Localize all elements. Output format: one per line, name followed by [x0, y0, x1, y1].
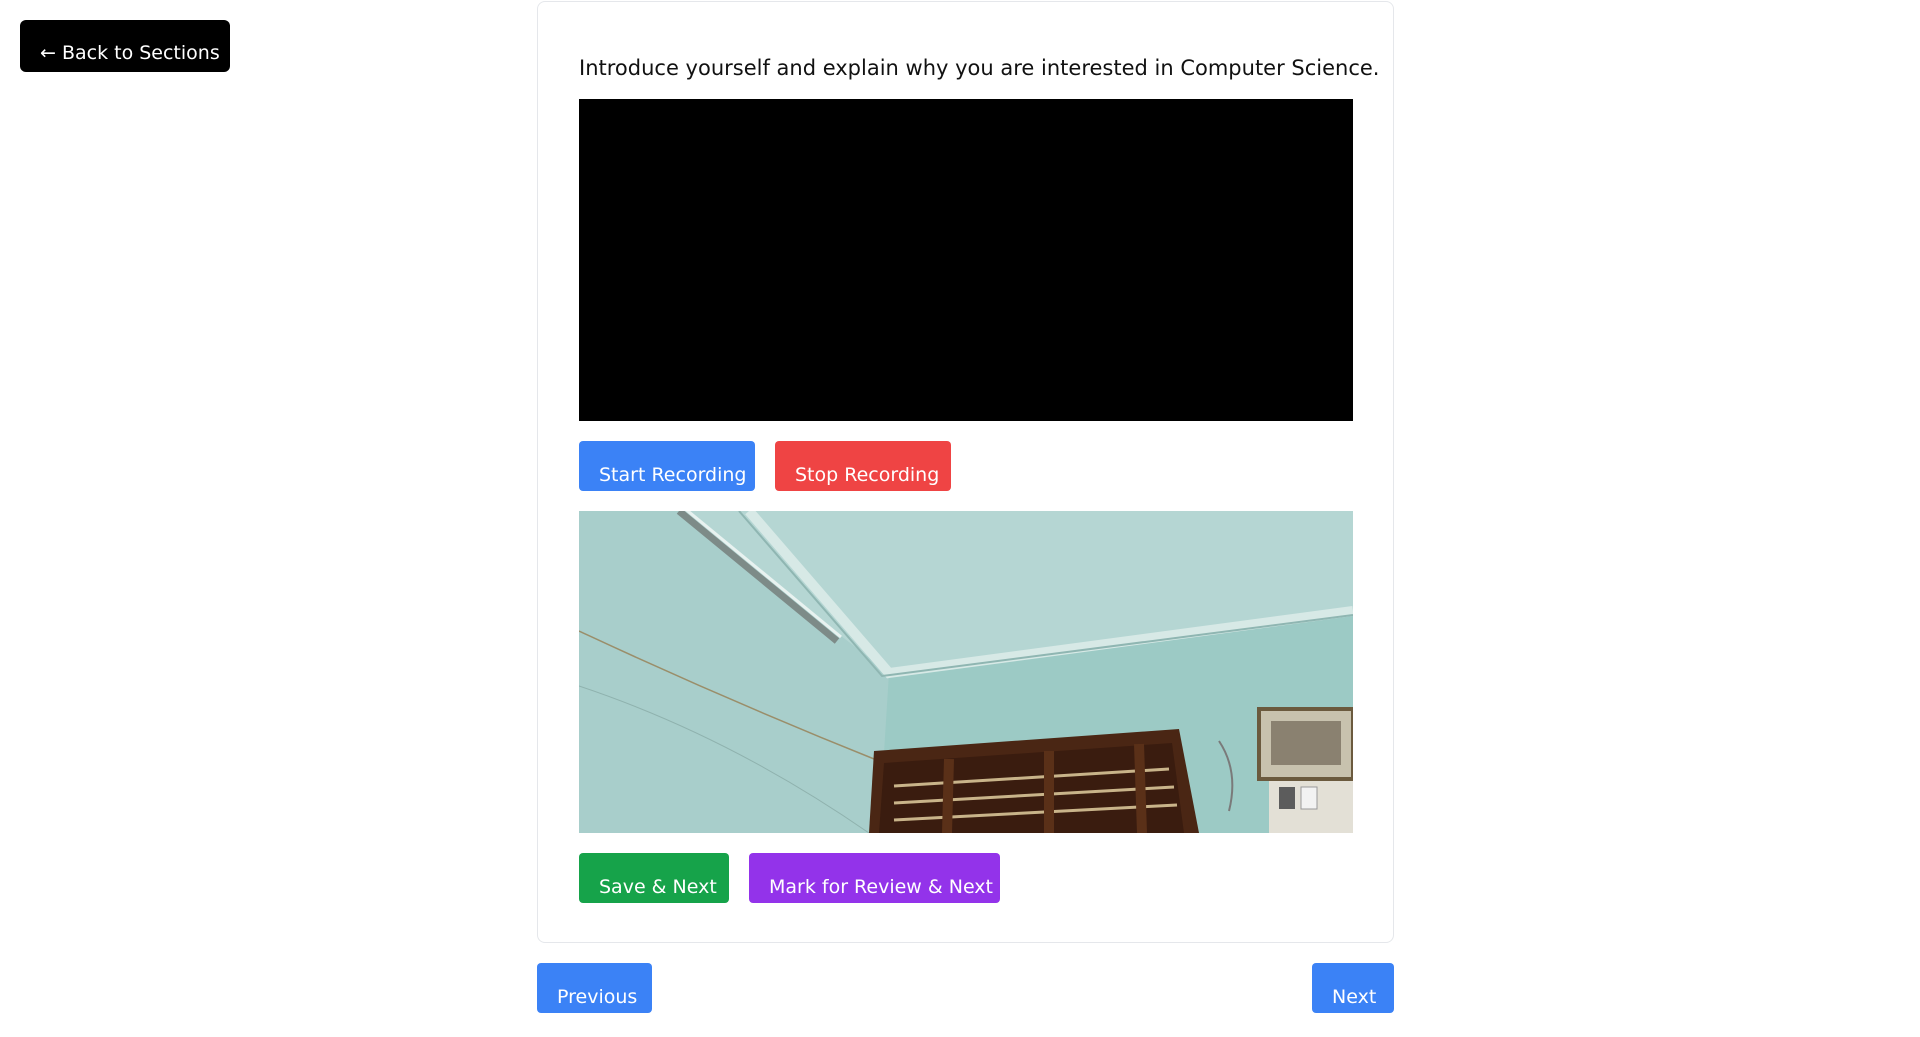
back-to-sections-button[interactable]: ← Back to Sections — [20, 20, 230, 72]
recording-preview — [579, 99, 1353, 421]
webcam-image — [579, 511, 1353, 833]
previous-button[interactable]: Previous — [537, 963, 652, 1013]
question-card: Introduce yourself and explain why you a… — [537, 1, 1394, 943]
mark-review-next-button[interactable]: Mark for Review & Next — [749, 853, 1000, 903]
start-recording-button[interactable]: Start Recording — [579, 441, 755, 491]
stop-recording-button[interactable]: Stop Recording — [775, 441, 951, 491]
webcam-feed — [579, 511, 1353, 833]
question-text: Introduce yourself and explain why you a… — [579, 56, 1380, 80]
save-next-button[interactable]: Save & Next — [579, 853, 729, 903]
next-button[interactable]: Next — [1312, 963, 1394, 1013]
